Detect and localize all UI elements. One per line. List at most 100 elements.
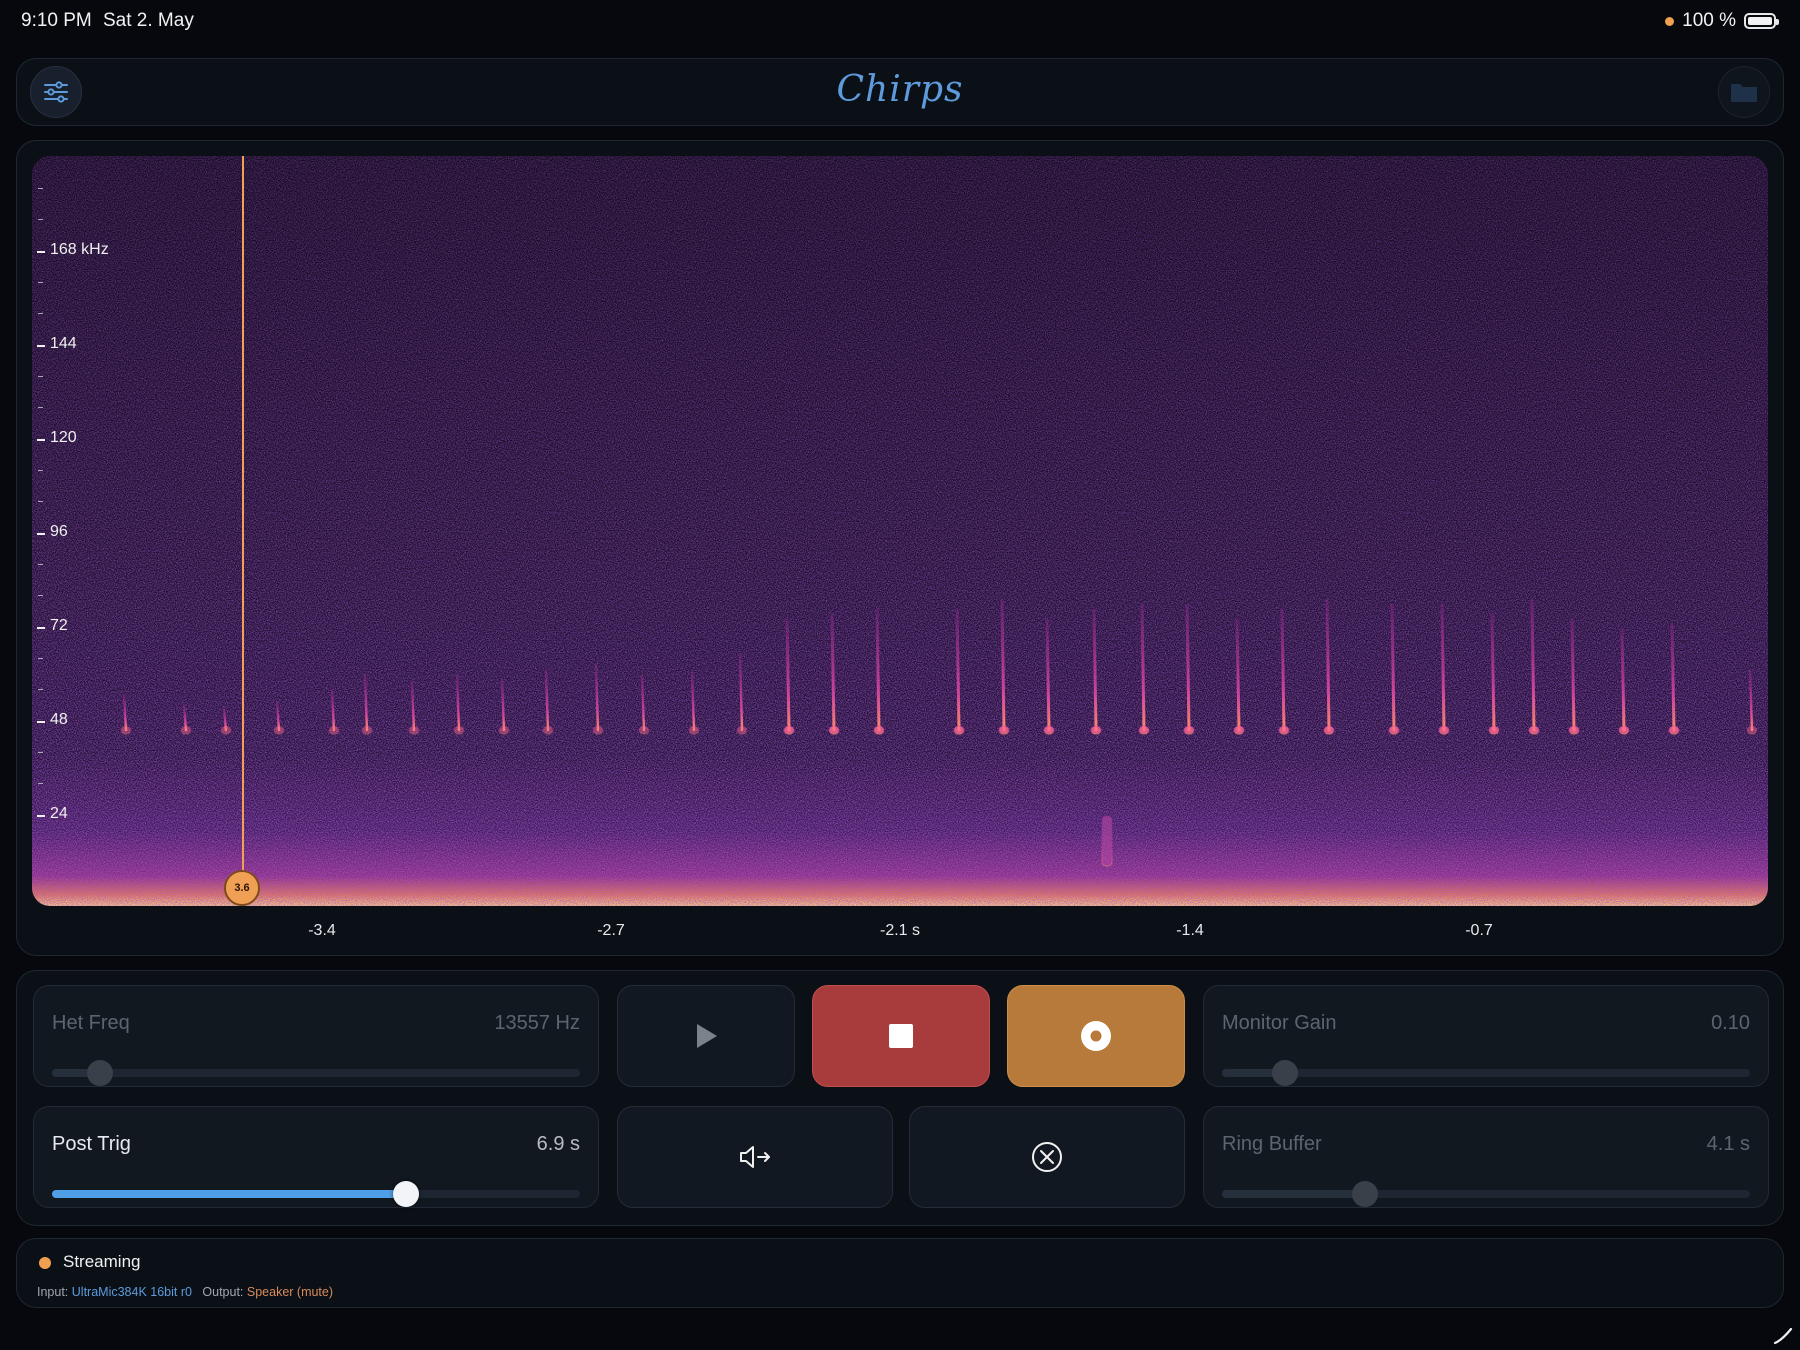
het-freq-label: Het Freq — [52, 1012, 130, 1034]
folder-icon — [1731, 84, 1757, 102]
battery-percent: 100 % — [1682, 10, 1736, 31]
bat-call-streak — [785, 618, 791, 732]
bat-call-streak — [1235, 618, 1241, 732]
bat-call-peak — [828, 725, 840, 735]
y-minor-tick — [38, 376, 43, 377]
monitor-gain-slider-thumb[interactable] — [1272, 1060, 1299, 1086]
ring-buffer-slider-thumb[interactable] — [1351, 1181, 1378, 1207]
playhead-cursor-line[interactable] — [242, 156, 244, 890]
spectrogram-image — [32, 156, 1768, 906]
bat-call-streak — [875, 608, 881, 732]
het-freq-control: Het Freq 13557 Hz — [33, 985, 599, 1087]
bat-call-streak — [1670, 623, 1676, 732]
audio-output-button[interactable] — [617, 1106, 893, 1208]
x-tick-label: -0.7 — [1465, 922, 1493, 939]
bat-call-peak — [220, 725, 232, 735]
bat-call-streak — [830, 613, 836, 732]
play-button[interactable] — [617, 985, 795, 1087]
het-freq-slider-thumb[interactable] — [86, 1060, 113, 1086]
post-trig-slider-fill — [52, 1190, 406, 1198]
y-minor-tick — [38, 188, 43, 189]
ring-buffer-value: 4.1 s — [1706, 1133, 1750, 1155]
bat-call-peak — [1528, 725, 1540, 735]
io-info: Input: UltraMic384K 16bit r0 Output: Spe… — [37, 1285, 333, 1299]
spectrogram-view[interactable] — [32, 156, 1768, 906]
bat-call-streak — [1045, 618, 1051, 732]
post-trig-slider-thumb[interactable] — [392, 1181, 419, 1207]
y-tick-label: 168 kHz — [50, 241, 109, 258]
recording-indicator-dot — [1665, 16, 1675, 26]
bat-call-peak — [1438, 725, 1450, 735]
bat-call-peak — [1278, 725, 1290, 735]
bat-call-peak — [498, 725, 510, 735]
bat-call-streak — [1570, 618, 1576, 732]
x-tick-label: -1.4 — [1176, 922, 1204, 939]
monitor-gain-label: Monitor Gain — [1222, 1012, 1337, 1034]
date: Sat 2. May — [103, 10, 194, 31]
bat-call-peak — [120, 725, 132, 735]
y-tick-label: 72 — [50, 617, 68, 634]
bat-call-peak — [688, 725, 700, 735]
bat-call-peak — [453, 725, 465, 735]
bat-call-streak — [1530, 598, 1536, 732]
y-minor-tick — [38, 783, 43, 784]
record-button[interactable] — [1007, 985, 1185, 1087]
bat-call-peak — [736, 725, 748, 735]
post-trig-label: Post Trig — [52, 1133, 131, 1155]
status-right: 100 % — [1665, 10, 1779, 32]
y-minor-tick — [38, 282, 43, 283]
post-trig-slider[interactable] — [52, 1181, 580, 1207]
bat-call-streak — [1490, 613, 1496, 732]
y-tick — [37, 721, 45, 723]
app-title: Chirps — [836, 69, 964, 110]
ring-buffer-slider[interactable] — [1222, 1181, 1750, 1207]
ring-buffer-label: Ring Buffer — [1222, 1133, 1322, 1155]
stop-icon — [889, 1024, 913, 1048]
bat-call-peak — [1618, 725, 1630, 735]
y-tick — [37, 345, 45, 347]
bat-call-peak — [273, 725, 285, 735]
status-footer: Streaming Input: UltraMic384K 16bit r0 O… — [16, 1238, 1784, 1308]
y-tick-label: 24 — [50, 805, 68, 822]
het-freq-slider[interactable] — [52, 1060, 580, 1086]
y-minor-tick — [38, 219, 43, 220]
y-minor-tick — [38, 313, 43, 314]
bat-call-peak — [1138, 725, 1150, 735]
bat-call-streak — [1620, 628, 1626, 732]
record-icon — [1081, 1021, 1111, 1051]
streaming-indicator-dot — [39, 1257, 51, 1269]
files-button[interactable] — [1718, 66, 1770, 118]
bat-call-peak — [998, 725, 1010, 735]
y-tick-label: 48 — [50, 711, 68, 728]
bat-call-streak — [955, 608, 961, 732]
monitor-gain-value: 0.10 — [1711, 1012, 1750, 1034]
y-tick-label: 120 — [50, 429, 77, 446]
status-bar: 9:10 PM Sat 2. May 100 % — [0, 0, 1800, 44]
monitor-gain-control: Monitor Gain 0.10 — [1203, 985, 1769, 1087]
bat-call-peak — [542, 725, 554, 735]
monitor-gain-slider[interactable] — [1222, 1060, 1750, 1086]
bat-call-streak — [1390, 603, 1396, 732]
bat-call-streak — [1092, 608, 1098, 732]
bat-call-streak — [1280, 608, 1286, 732]
y-minor-tick — [38, 407, 43, 408]
output-label: Output: — [202, 1285, 244, 1299]
ring-buffer-slider-fill — [1222, 1190, 1365, 1198]
het-freq-value: 13557 Hz — [494, 1012, 580, 1034]
ring-buffer-control: Ring Buffer 4.1 s — [1203, 1106, 1769, 1208]
y-tick-label: 144 — [50, 335, 77, 352]
x-tick-label: -3.4 — [308, 922, 336, 939]
bat-call-peak — [328, 725, 340, 735]
bat-call-peak — [408, 725, 420, 735]
clear-button[interactable] — [909, 1106, 1185, 1208]
stream-status: Streaming — [63, 1252, 141, 1271]
bat-call-streak — [1440, 603, 1446, 732]
y-tick — [37, 439, 45, 441]
playhead-cursor-knob[interactable]: 3.6 — [224, 870, 260, 906]
noise-burst — [1101, 815, 1113, 867]
stop-button[interactable] — [812, 985, 990, 1087]
play-icon — [697, 1024, 717, 1048]
bat-call-streak — [1000, 598, 1006, 732]
bat-call-peak — [1568, 725, 1580, 735]
bat-call-streak — [1185, 603, 1191, 732]
